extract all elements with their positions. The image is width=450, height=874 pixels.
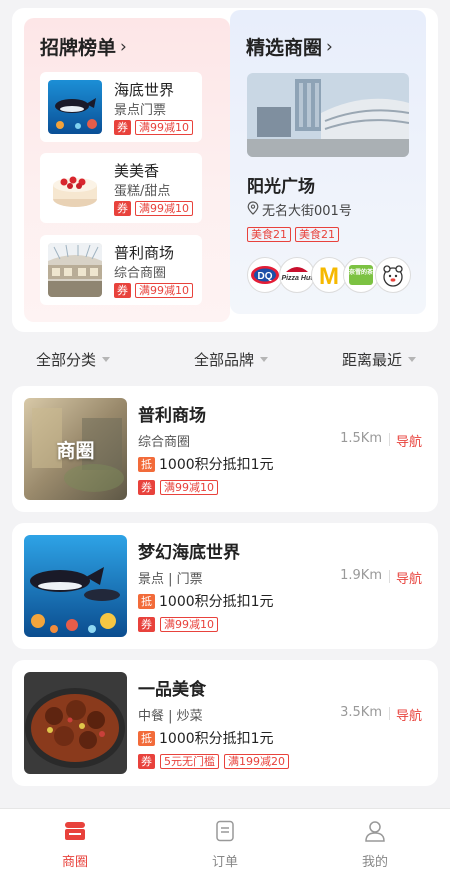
dq-logo-text: DQ xyxy=(258,271,273,282)
merchant-category: 中餐 | 炒菜 xyxy=(138,709,203,724)
filter-category-label: 全部分类 xyxy=(36,351,97,369)
navigate-link[interactable]: 导航 xyxy=(396,568,422,587)
points-badge: 抵 xyxy=(138,730,155,746)
coupon-badge: 券 xyxy=(138,617,155,632)
filter-brand-label: 全部品牌 xyxy=(194,351,255,369)
filter-category[interactable]: 全部分类 xyxy=(36,349,111,370)
merchant-card[interactable]: 梦幻海底世界 景点 | 门票 1.9Km 导航 抵 1000积分抵扣1元 券 满… xyxy=(12,523,438,649)
points-offer: 1000积分抵扣1元 xyxy=(159,594,274,610)
food-tag: 美食21 xyxy=(247,227,291,242)
merchant-name: 梦幻海底世界 xyxy=(138,543,240,563)
rank-title-label: 招牌榜单 xyxy=(40,37,117,59)
coupon-value: 满99减10 xyxy=(135,201,193,216)
coupon-badge: 券 xyxy=(114,201,131,216)
tab-label: 我的 xyxy=(361,855,388,870)
shop-circle-icon xyxy=(63,819,87,847)
rank-item-category: 蛋糕/甜点 xyxy=(114,184,171,199)
aquarium-thumbnail xyxy=(48,80,102,134)
rank-item-category: 景点门票 xyxy=(114,103,167,118)
cake-thumbnail xyxy=(48,161,102,215)
merchant-image-label: 商圈 xyxy=(56,440,95,462)
points-badge: 抵 xyxy=(138,593,155,609)
rank-item-name: 海底世界 xyxy=(114,81,175,99)
bottom-tab-bar: 商圈 订单 我的 xyxy=(0,808,450,874)
coupon-value: 满99减10 xyxy=(135,120,193,135)
coupon-value: 满199减20 xyxy=(224,754,289,769)
profile-icon xyxy=(363,819,387,847)
food-tag: 美食21 xyxy=(295,227,339,242)
merchant-name: 普利商场 xyxy=(138,406,206,426)
bear-logo xyxy=(375,257,411,293)
coupon-value: 满99减10 xyxy=(160,617,218,632)
navigate-link[interactable]: 导航 xyxy=(396,431,422,450)
coupon-value: 5元无门槛 xyxy=(160,754,219,769)
points-offer: 1000积分抵扣1元 xyxy=(159,731,274,747)
points-offer: 1000积分抵扣1元 xyxy=(159,457,274,473)
merchant-distance: 1.9Km xyxy=(340,568,382,583)
plaza-name: 阳光广场 xyxy=(247,177,315,197)
chevron-right-icon: › xyxy=(326,36,333,57)
plaza-address-text: 无名大街001号 xyxy=(262,204,352,219)
rank-item-aquarium[interactable]: 海底世界 景点门票 券 满99减10 xyxy=(40,72,202,142)
merchant-distance: 1.5Km xyxy=(340,431,382,446)
chevron-right-icon: › xyxy=(120,36,127,57)
brand-logos: DQ Pizza Hut M 奈雪的茶 xyxy=(247,257,411,293)
merchant-image: 商圈 xyxy=(24,398,127,500)
naixue-logo: 奈雪的茶 xyxy=(343,257,379,293)
filter-distance[interactable]: 距离最近 xyxy=(342,349,417,370)
caret-down-icon xyxy=(260,357,269,362)
divider xyxy=(389,433,390,446)
merchant-image xyxy=(24,535,127,637)
merchant-image xyxy=(24,672,127,774)
pizza-hut-logo: Pizza Hut xyxy=(279,257,315,293)
caret-down-icon xyxy=(102,357,111,362)
rank-item-name: 美美香 xyxy=(114,162,160,180)
merchant-category: 综合商圈 xyxy=(138,435,191,450)
merchant-card[interactable]: 一品美食 中餐 | 炒菜 3.5Km 导航 抵 1000积分抵扣1元 券 5元无… xyxy=(12,660,438,786)
coupon-value: 满99减10 xyxy=(135,283,193,298)
plaza-address: 无名大街001号 xyxy=(247,200,352,219)
rank-item-mall[interactable]: 普利商场 综合商圈 券 满99减10 xyxy=(40,235,202,305)
circle-title-label: 精选商圈 xyxy=(246,37,323,59)
tab-label: 订单 xyxy=(211,855,238,870)
rank-item-cake[interactable]: 美美香 蛋糕/甜点 券 满99减10 xyxy=(40,153,202,223)
points-badge: 抵 xyxy=(138,456,155,472)
dq-logo: DQ xyxy=(247,257,283,293)
divider xyxy=(389,570,390,583)
merchant-category: 景点 | 门票 xyxy=(138,572,203,587)
coupon-value: 满99减10 xyxy=(160,480,218,495)
merchant-distance: 3.5Km xyxy=(340,705,382,720)
tab-shop-circle[interactable]: 商圈 xyxy=(45,819,105,870)
naixue-logo-text: 奈雪的茶 xyxy=(348,268,374,276)
mcdonalds-logo: M xyxy=(311,257,347,293)
rank-item-category: 综合商圈 xyxy=(114,266,167,281)
coupon-badge: 券 xyxy=(114,283,131,298)
location-pin-icon xyxy=(247,200,259,219)
mall-thumbnail xyxy=(48,243,102,297)
tab-label: 商圈 xyxy=(61,855,88,870)
tab-orders[interactable]: 订单 xyxy=(195,819,255,870)
navigate-link[interactable]: 导航 xyxy=(396,705,422,724)
plaza-photo xyxy=(247,73,409,157)
circle-title[interactable]: 精选商圈 › xyxy=(246,33,333,60)
filter-brand[interactable]: 全部品牌 xyxy=(194,349,269,370)
coupon-badge: 券 xyxy=(114,120,131,135)
coupon-badge: 券 xyxy=(138,480,155,495)
merchant-card[interactable]: 商圈 普利商场 综合商圈 1.5Km 导航 抵 1000积分抵扣1元 券 满99… xyxy=(12,386,438,512)
filter-distance-label: 距离最近 xyxy=(342,351,403,369)
tab-profile[interactable]: 我的 xyxy=(345,819,405,870)
pizza-hut-logo-text: Pizza Hut xyxy=(281,275,313,282)
caret-down-icon xyxy=(408,357,417,362)
divider xyxy=(389,707,390,720)
coupon-badge: 券 xyxy=(138,754,155,769)
merchant-name: 一品美食 xyxy=(138,680,206,700)
order-icon xyxy=(213,819,237,847)
mcdonalds-logo-text: M xyxy=(319,263,339,287)
rank-item-name: 普利商场 xyxy=(114,244,175,262)
rank-title[interactable]: 招牌榜单 › xyxy=(40,33,127,60)
